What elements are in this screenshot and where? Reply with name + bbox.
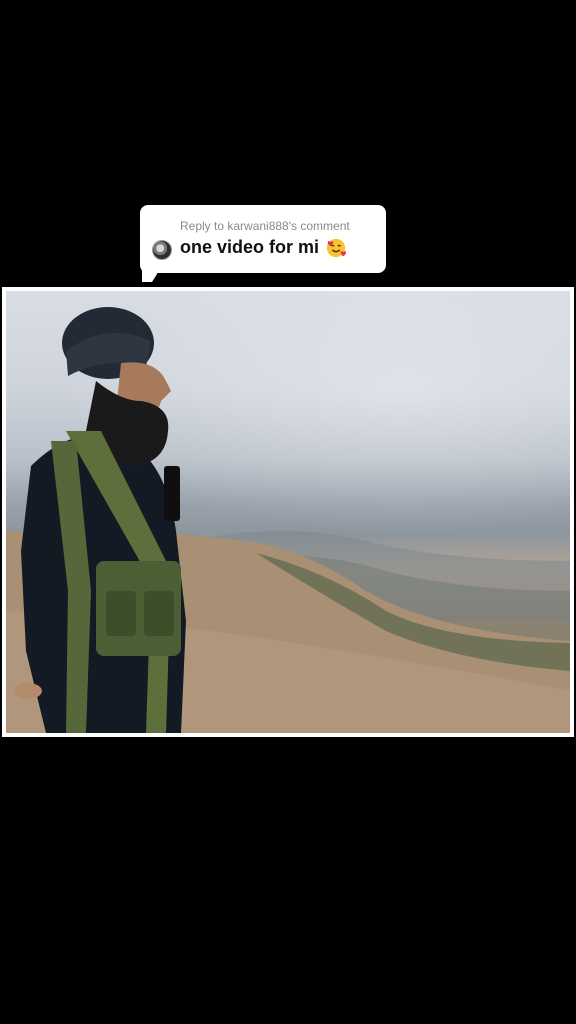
reply-text-row: one video for mi bbox=[180, 237, 347, 259]
man-in-turban-on-mountain-photo bbox=[6, 291, 570, 733]
man-figure bbox=[14, 307, 186, 733]
reply-header: Reply to karwani888's comment bbox=[180, 219, 350, 233]
reply-bubble-tail bbox=[142, 266, 162, 282]
reply-text: one video for mi bbox=[180, 237, 320, 257]
photo-frame bbox=[2, 287, 574, 737]
landscape-illustration bbox=[6, 307, 570, 733]
smiling-face-with-hearts-icon bbox=[326, 239, 347, 258]
commenter-avatar[interactable] bbox=[152, 240, 172, 260]
reply-comment-bubble[interactable]: Reply to karwani888's comment one video … bbox=[140, 205, 386, 273]
